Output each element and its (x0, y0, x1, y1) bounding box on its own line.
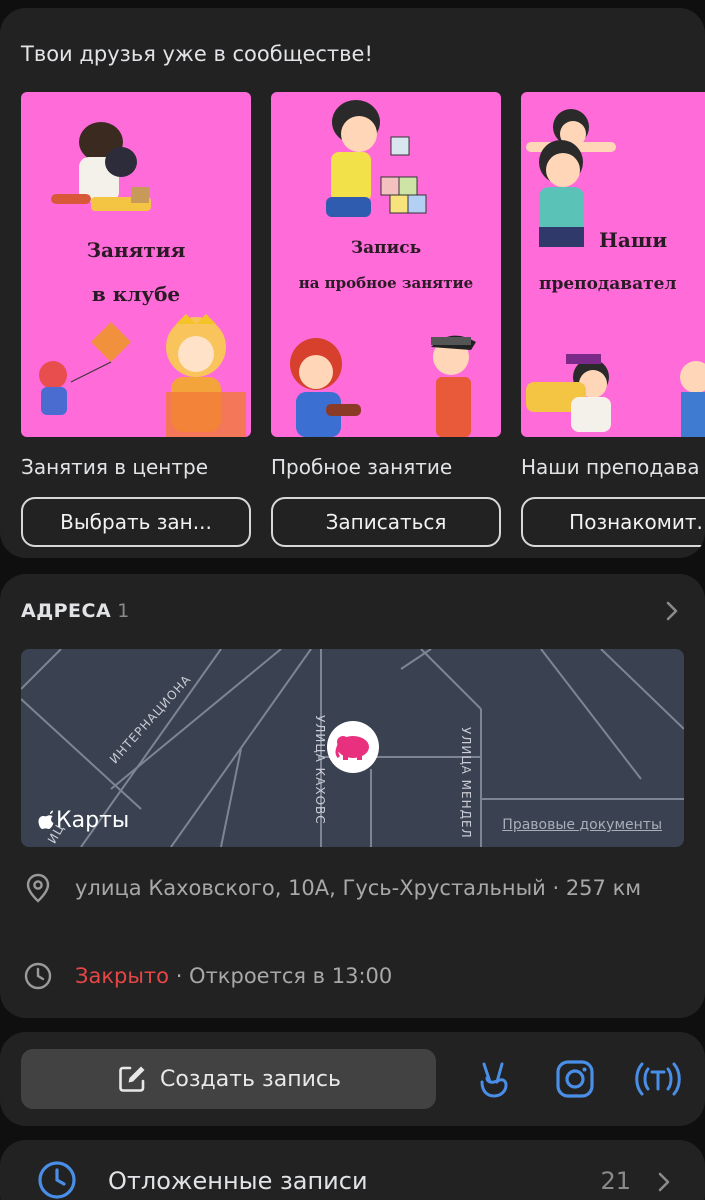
clock-icon (24, 962, 52, 990)
community-promo-card: Твои друзья уже в сообществе! Занятия в … (0, 8, 705, 558)
addresses-title[interactable]: АДРЕСА 1 (21, 600, 130, 622)
tile-cover-image[interactable]: Запись на пробное занятие (271, 92, 501, 437)
addresses-title-label: АДРЕСА (21, 600, 112, 622)
promo-tile-trial[interactable]: Запись на пробное занятие Пробное заняти… (271, 92, 501, 547)
kids-illustration (290, 100, 476, 437)
create-post-button[interactable]: Создать запись (21, 1049, 436, 1109)
address-text: улица Каховского, 10А, Гусь-Хрустальный … (75, 876, 642, 900)
addresses-count: 1 (117, 600, 130, 622)
community-heading: Твои друзья уже в сообществе! (21, 42, 373, 66)
tile-cover-title: Наши (599, 228, 668, 252)
postponed-count: 21 (600, 1167, 631, 1195)
tile-cover-image[interactable]: Наши преподавател (521, 92, 705, 437)
apple-logo-icon (38, 810, 54, 829)
elephant-logo-icon (335, 736, 369, 760)
opening-hours: Закрыто · Откроется в 13:00 (75, 959, 392, 993)
instagram-icon[interactable] (554, 1058, 596, 1100)
kids-illustration (39, 122, 246, 437)
addresses-card: АДРЕСА 1 ИНТЕРНАЦИОНА УЛИЦА КАХОВС УЛИЦА… (0, 574, 705, 1018)
tile-cover-subtitle: в клубе (91, 282, 181, 306)
tile-cover-title: Занятия (86, 238, 186, 262)
legal-documents-link[interactable]: Правовые документы (502, 817, 662, 833)
tile-cover-title: Запись (350, 238, 422, 258)
tile-cover-subtitle: преподавател (539, 274, 677, 294)
chevron-right-icon[interactable] (665, 600, 679, 622)
hours-row[interactable]: Закрыто · Откроется в 13:00 (21, 959, 685, 993)
choose-class-button[interactable]: Выбрать зан... (21, 497, 251, 547)
map-view[interactable]: ИНТЕРНАЦИОНА УЛИЦА КАХОВС УЛИЦА МЕНДЕЛ И… (21, 649, 684, 847)
create-post-label: Создать запись (160, 1066, 341, 1092)
chevron-right-icon (658, 1172, 670, 1192)
tile-cover-image[interactable]: Занятия в клубе (21, 92, 251, 437)
actions-card: Создать запись (0, 1032, 705, 1126)
tile-cover-subtitle: на пробное занятие (298, 274, 474, 292)
sign-up-button[interactable]: Записаться (271, 497, 501, 547)
clock-icon (38, 1161, 76, 1199)
postponed-label: Отложенные записи (108, 1167, 368, 1195)
apple-maps-logo: Карты (38, 808, 129, 833)
status-closed: Закрыто (75, 964, 170, 988)
kids-illustration (526, 109, 705, 437)
tile-caption: Пробное занятие (271, 455, 453, 479)
edit-icon (119, 1066, 145, 1092)
street-label: УЛИЦА КАХОВС (313, 715, 327, 825)
promo-tile-teachers[interactable]: Наши преподавател Наши преподава Познако… (521, 92, 705, 547)
street-label: УЛИЦА МЕНДЕЛ (459, 727, 473, 839)
postponed-posts-row[interactable]: Отложенные записи 21 (0, 1140, 705, 1200)
maps-label: Карты (56, 808, 130, 833)
address-row[interactable]: улица Каховского, 10А, Гусь-Хрустальный … (21, 871, 685, 905)
meet-teachers-button[interactable]: Познакомит. (521, 497, 705, 547)
map-pin-logo[interactable] (327, 721, 379, 773)
tile-caption: Наши преподава (521, 455, 700, 479)
broadcast-icon[interactable] (632, 1058, 684, 1100)
location-pin-icon (26, 873, 50, 903)
promo-tile-classes[interactable]: Занятия в клубе Занятия в центре Выбрать… (21, 92, 251, 547)
tile-caption: Занятия в центре (21, 455, 209, 479)
clips-icon[interactable] (474, 1058, 514, 1102)
status-opens: · Откроется в 13:00 (169, 964, 393, 988)
